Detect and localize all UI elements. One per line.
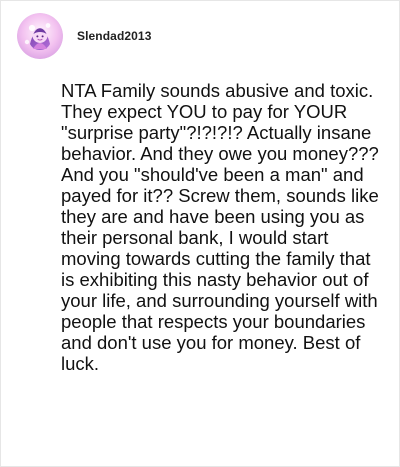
comment-card: Slendad2013 NTA Family sounds abusive an… — [0, 0, 400, 467]
username[interactable]: Slendad2013 — [77, 29, 151, 43]
avatar-icon — [17, 13, 63, 59]
comment-body: NTA Family sounds abusive and toxic. The… — [61, 80, 379, 374]
avatar[interactable] — [17, 13, 63, 59]
comment-header: Slendad2013 — [17, 13, 151, 59]
